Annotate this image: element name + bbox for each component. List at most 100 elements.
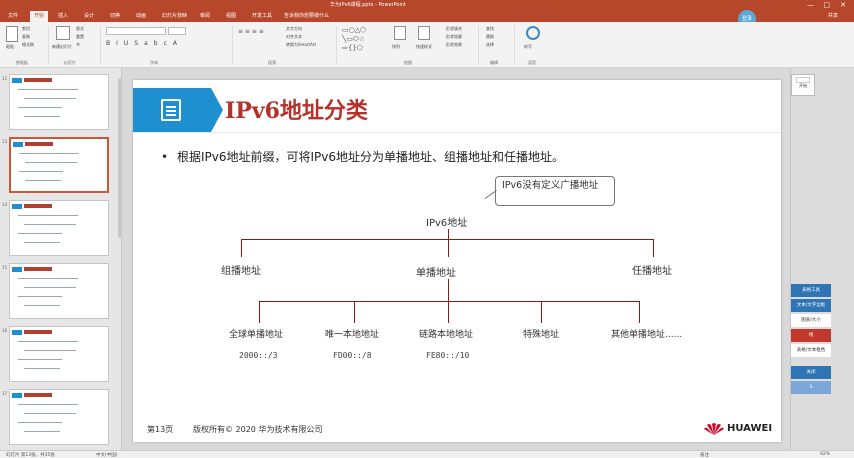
prefix-unique-local: FD00::/8 [333, 351, 372, 360]
panel-item[interactable]: 图表/大小 [791, 314, 831, 327]
header-arrow [211, 88, 223, 132]
quick-styles-button[interactable]: 快速样式 [416, 44, 432, 50]
tab-view[interactable]: 视图 [226, 12, 236, 19]
thumbnail-number: 16 [2, 328, 8, 333]
tree-root: IPv6地址 [426, 218, 468, 229]
share-button[interactable]: 共享 [828, 12, 838, 19]
new-slide-button[interactable]: 新建幻灯片 [52, 44, 72, 50]
new-slide-icon[interactable] [56, 26, 70, 40]
separator [232, 26, 233, 64]
copy-button[interactable]: 复制 [22, 34, 30, 40]
maximize-button[interactable]: □ [823, 1, 830, 9]
group-font: 字体 [150, 60, 158, 65]
paste-icon[interactable] [6, 26, 18, 42]
layout-button[interactable]: 版式 [76, 26, 84, 32]
thumbnail-title-block [24, 330, 52, 334]
doc-icon-line [166, 114, 176, 116]
tab-insert[interactable]: 插入 [58, 12, 68, 19]
tab-animations[interactable]: 动画 [136, 12, 146, 19]
section-button[interactable]: 节 [76, 42, 80, 48]
slide-thumbnail[interactable] [9, 137, 109, 193]
tab-transitions[interactable]: 切换 [110, 12, 120, 19]
slide-thumbnail[interactable] [9, 389, 109, 445]
microphone-icon[interactable] [526, 26, 540, 40]
paragraph-buttons[interactable]: ≡ ≡ ≡ ≡ [238, 28, 282, 48]
quick-styles-icon[interactable] [418, 26, 430, 40]
tree-connector [639, 301, 640, 323]
tab-developer[interactable]: 开发工具 [252, 12, 272, 19]
bullet-marker: • [161, 150, 169, 164]
slide-thumbnail[interactable] [9, 263, 109, 319]
panel-item[interactable]: 表格工具 [791, 284, 831, 297]
thumbnail-content-line [18, 278, 78, 279]
find-button[interactable]: 查找 [486, 26, 494, 32]
slide-thumbnail[interactable] [9, 200, 109, 256]
slide-thumbnail[interactable] [9, 74, 109, 130]
thumbnail-title-block [24, 78, 52, 82]
arrange-button[interactable]: 排列 [392, 44, 400, 50]
cut-button[interactable]: 剪切 [22, 26, 30, 32]
tab-file[interactable]: 文件 [8, 12, 18, 19]
tree-connector [653, 239, 654, 257]
thumbnail-header-block [12, 267, 22, 272]
replace-button[interactable]: 替换 [486, 34, 494, 40]
separator [100, 26, 101, 64]
thumbnail-header-block [12, 393, 22, 398]
thumbnail-content-line [18, 296, 62, 297]
panel-item[interactable]: S [791, 381, 831, 394]
thumbnail-content-line [18, 341, 78, 342]
separator [48, 26, 49, 64]
thumbnail-content-line [24, 431, 60, 432]
group-voice: 语音 [528, 60, 536, 65]
arrange-icon[interactable] [394, 26, 406, 40]
current-slide[interactable]: IPv6地址分类 • 根据IPv6地址前缀，可将IPv6地址分为单播地址、组播地… [133, 80, 781, 442]
shape-fill-button[interactable]: 形状填充 [446, 26, 462, 32]
reset-button[interactable]: 重置 [76, 34, 84, 40]
text-direction-button[interactable]: 文字方向 [286, 26, 302, 32]
paste-button[interactable]: 粘贴 [6, 44, 14, 50]
thumbnail-content-line [18, 233, 62, 234]
tree-connector [448, 229, 449, 239]
tab-slideshow[interactable]: 幻灯片放映 [162, 12, 187, 19]
slide-thumbnail[interactable] [9, 326, 109, 382]
dictate-button[interactable]: 听写 [524, 44, 532, 50]
tree-unicast: 单播地址 [416, 268, 456, 279]
format-painter-button[interactable]: 格式刷 [22, 42, 34, 48]
panel-item[interactable]: 关闭 [791, 366, 831, 379]
shape-effects-button[interactable]: 形状效果 [446, 42, 462, 48]
tree-unique-local: 唯一本地地址 [325, 330, 380, 340]
status-zoom[interactable]: 92% [820, 452, 830, 457]
huawei-wordmark: HUAWEI [727, 423, 773, 434]
select-button[interactable]: 选择 [486, 42, 494, 48]
doc-icon-line [166, 110, 176, 112]
panel-item[interactable]: 表格/文本框色 [791, 344, 831, 357]
panel-start-button[interactable]: 开始 [799, 83, 807, 88]
tab-design[interactable]: 设计 [84, 12, 94, 19]
status-bar: 幻灯片 第13张，共35张 中文(中国) 备注 92% [0, 450, 854, 458]
font-size-box[interactable] [168, 27, 186, 35]
close-button[interactable]: ✕ [840, 1, 846, 9]
document-icon [161, 99, 181, 121]
tab-review[interactable]: 审阅 [200, 12, 210, 19]
smartart-button[interactable]: 转换为SmartArt [286, 42, 316, 48]
status-notes-button[interactable]: 备注 [700, 452, 709, 458]
bullet-text: 根据IPv6地址前缀，可将IPv6地址分为单播地址、组播地址和任播地址。 [177, 150, 565, 164]
slide-thumbnail-panel: 12 13 14 15 16 17 [0, 68, 122, 450]
font-format-buttons[interactable]: BIUSabcA [106, 40, 226, 48]
tell-me-search[interactable]: 告诉我你想要做什么 [284, 12, 329, 19]
align-text-button[interactable]: 对齐文本 [286, 34, 302, 40]
thumbnail-content-line [24, 368, 60, 369]
thumbnail-content-line [24, 116, 60, 117]
panel-item[interactable]: 文本/文字边框 [791, 299, 831, 312]
shapes-gallery[interactable]: ▭○△⬡ ╲▭⬭☆ ⇨{}⬠ [342, 26, 388, 54]
thumbnail-content-line [19, 153, 79, 154]
thumbnail-content-line [25, 180, 61, 181]
panel-item[interactable]: 线 [791, 329, 831, 342]
tab-home[interactable]: 开始 [30, 11, 49, 22]
status-language[interactable]: 中文(中国) [96, 452, 118, 458]
thumbnail-number: 13 [2, 139, 8, 144]
shape-outline-button[interactable]: 形状轮廓 [446, 34, 462, 40]
font-name-box[interactable] [106, 27, 166, 35]
minimize-button[interactable]: — [807, 1, 814, 9]
footer-page-number: 第13页 [147, 425, 174, 434]
